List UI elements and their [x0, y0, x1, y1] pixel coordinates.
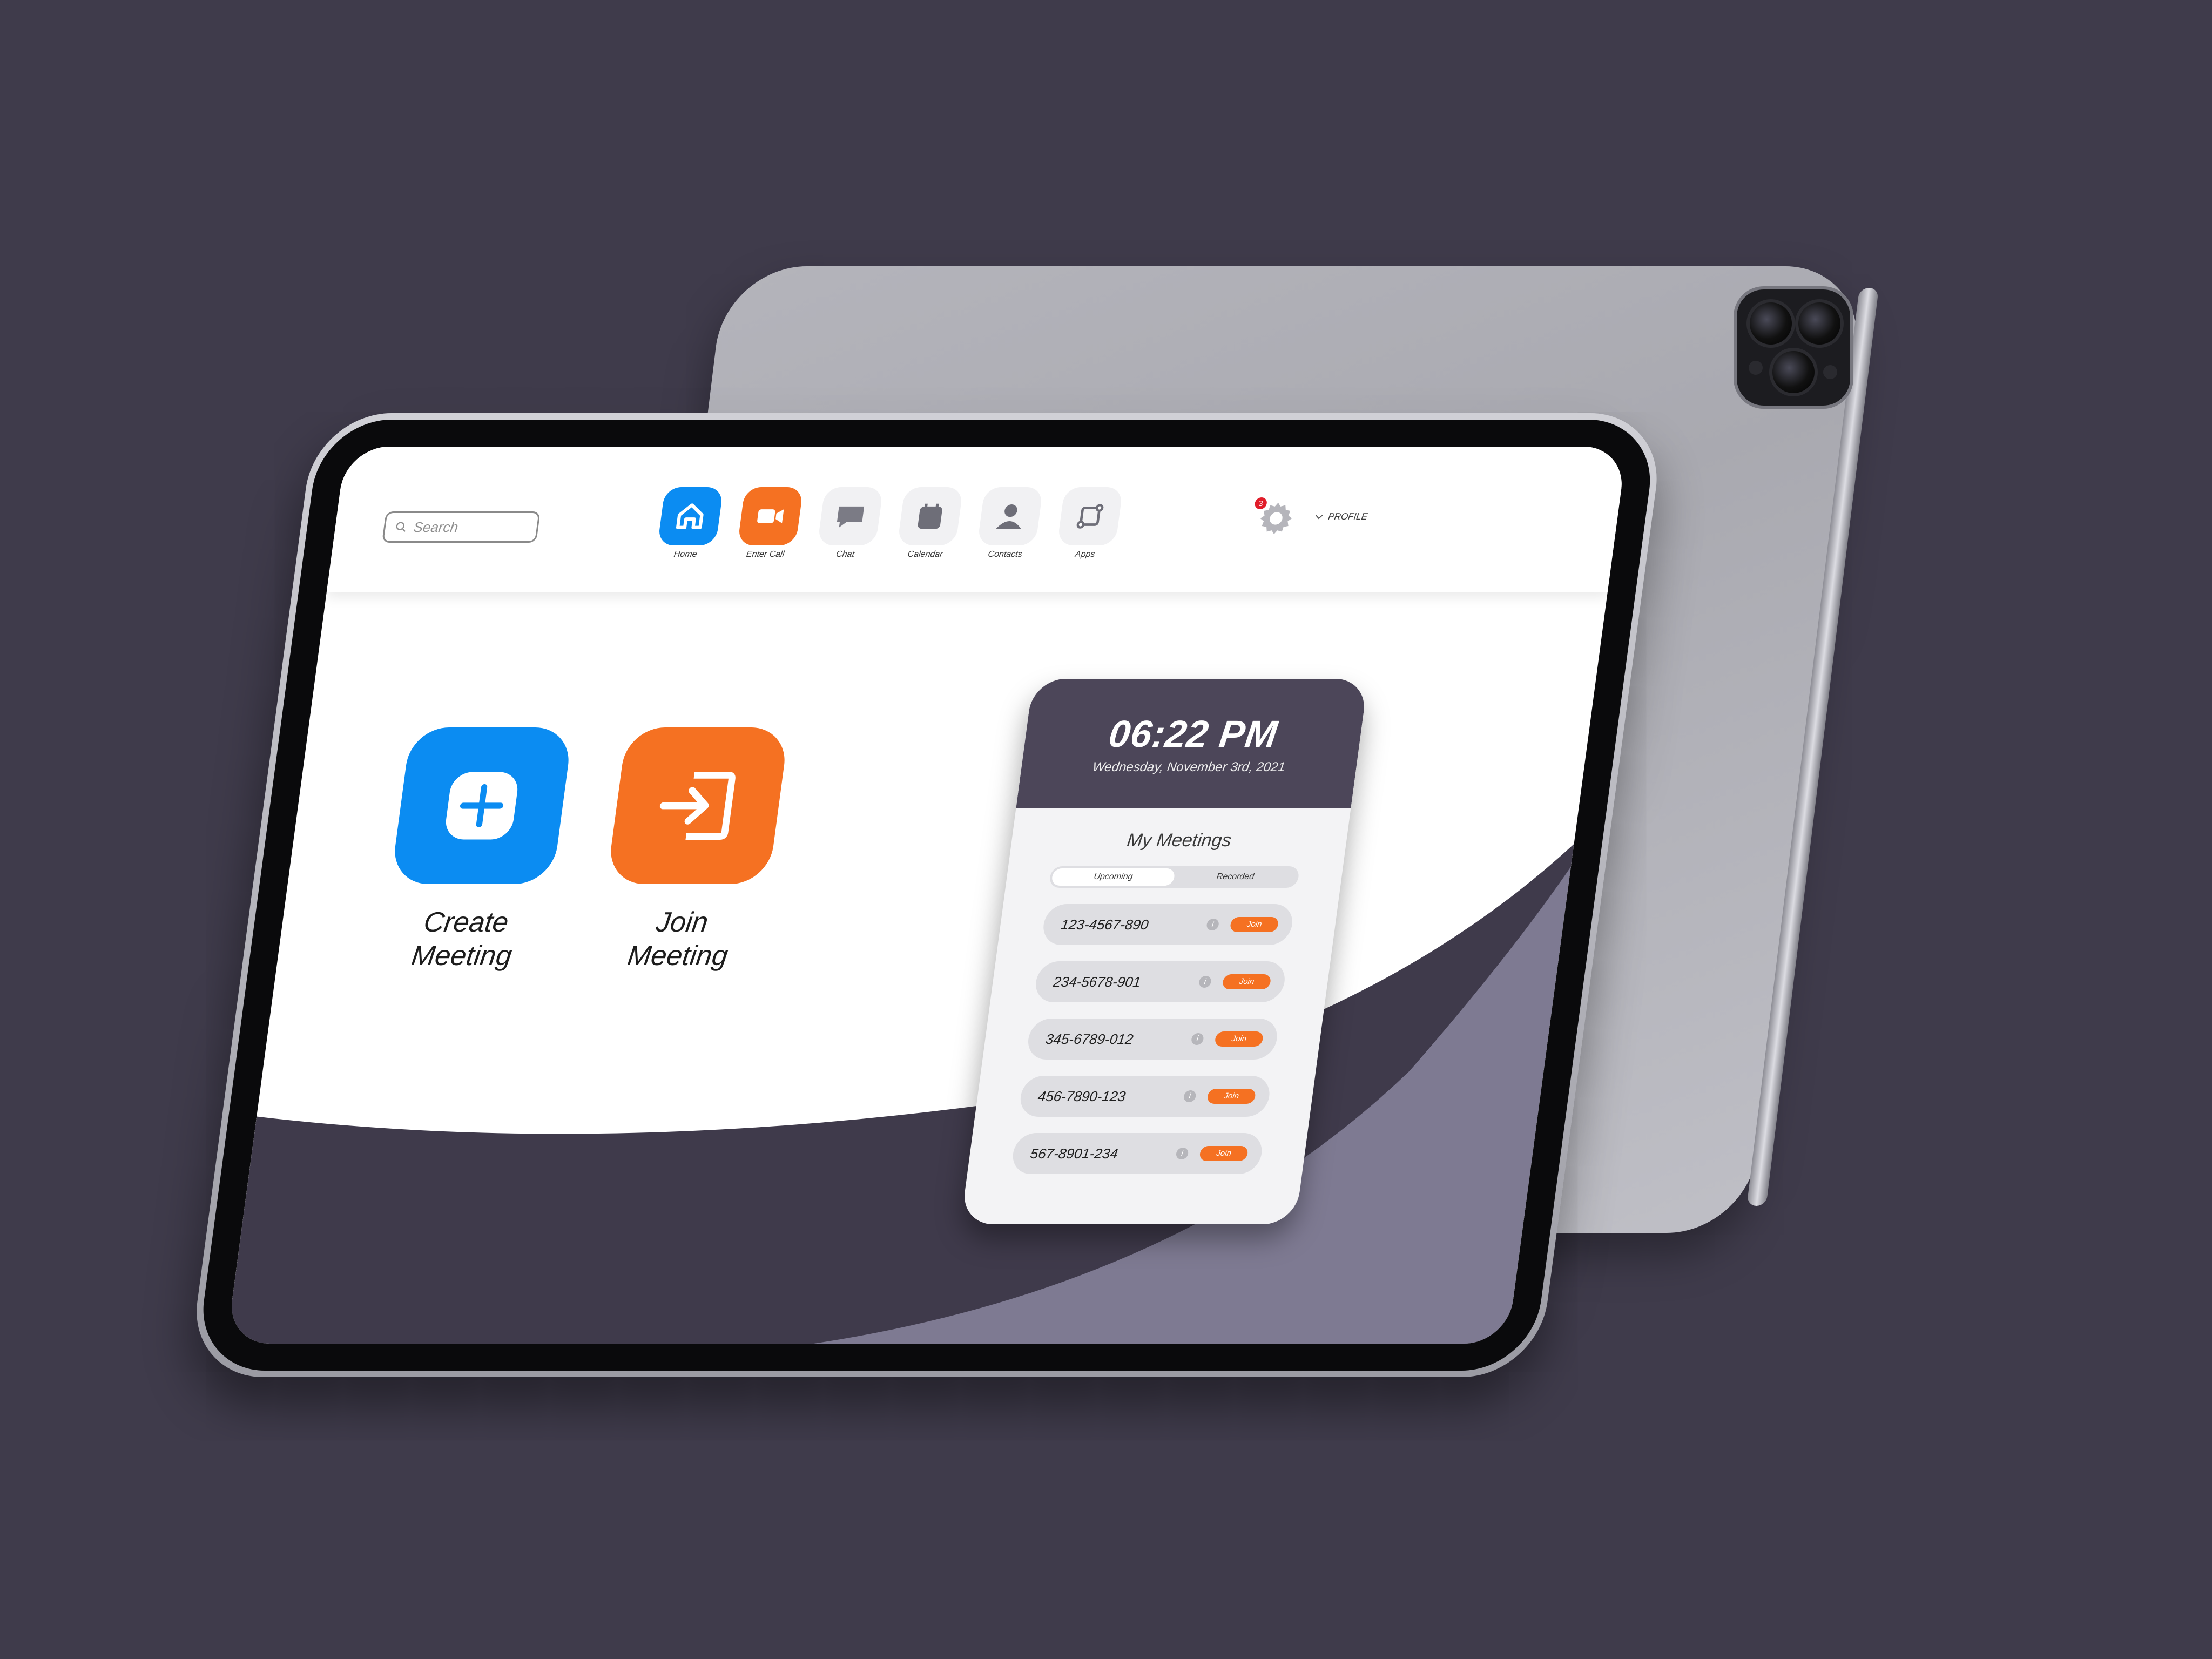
- join-button[interactable]: Join: [1206, 1089, 1257, 1104]
- meeting-row: 234-5678-901 i Join: [1033, 961, 1287, 1002]
- nav-calendar[interactable]: Calendar: [895, 487, 964, 559]
- join-button[interactable]: Join: [1222, 974, 1272, 989]
- contacts-icon: [977, 487, 1043, 545]
- info-icon[interactable]: i: [1183, 1090, 1197, 1102]
- meeting-id: 234-5678-901: [1052, 973, 1142, 990]
- nav-contacts[interactable]: Contacts: [975, 487, 1044, 559]
- tablet-front: Search Home Enter Call Chat Calendar Con…: [187, 413, 1667, 1377]
- meeting-id: 456-7890-123: [1037, 1088, 1127, 1104]
- clock-header: 06:22 PM Wednesday, November 3rd, 2021: [1016, 679, 1368, 808]
- meeting-row: 345-6789-012 i Join: [1026, 1019, 1280, 1060]
- tablet-back-edge: [1746, 288, 1879, 1206]
- nav-label: Contacts: [987, 550, 1023, 559]
- search-input[interactable]: Search: [381, 511, 541, 543]
- nav-label: Chat: [835, 550, 855, 559]
- video-camera-icon: [737, 487, 804, 545]
- plus-icon: [446, 772, 518, 840]
- nav-label: Apps: [1074, 550, 1096, 559]
- nav-label: Enter Call: [745, 550, 785, 559]
- app-screen: Search Home Enter Call Chat Calendar Con…: [226, 447, 1627, 1344]
- enter-door-icon: [659, 771, 736, 840]
- device-scene: Search Home Enter Call Chat Calendar Con…: [0, 0, 2212, 1659]
- create-meeting-button[interactable]: [390, 727, 574, 884]
- join-meeting-button[interactable]: [606, 727, 790, 884]
- tab-upcoming[interactable]: Upcoming: [1051, 868, 1176, 886]
- info-icon[interactable]: i: [1175, 1148, 1189, 1159]
- meeting-id: 567-8901-234: [1029, 1145, 1120, 1162]
- nav-home[interactable]: Home: [655, 487, 724, 559]
- flash: [1749, 361, 1763, 375]
- top-navigation-bar: Search Home Enter Call Chat Calendar Con…: [326, 447, 1627, 592]
- camera-lens: [1746, 299, 1795, 348]
- join-button[interactable]: Join: [1229, 917, 1279, 932]
- nav-enter-call[interactable]: Enter Call: [735, 487, 804, 559]
- camera-lens: [1795, 299, 1844, 348]
- tab-recorded[interactable]: Recorded: [1173, 868, 1297, 886]
- camera-module: [1734, 286, 1853, 409]
- info-icon[interactable]: i: [1190, 1033, 1204, 1045]
- chevron-down-icon: [1316, 515, 1323, 520]
- meeting-id: 345-6789-012: [1044, 1030, 1135, 1047]
- meeting-id: 123-4567-890: [1060, 916, 1150, 933]
- nav-apps[interactable]: Apps: [1055, 487, 1124, 559]
- profile-label: PROFILE: [1327, 511, 1368, 522]
- search-placeholder: Search: [412, 518, 460, 535]
- join-meeting-label: Join Meeting: [625, 907, 730, 972]
- nav-chat[interactable]: Chat: [815, 487, 884, 559]
- info-icon[interactable]: i: [1198, 976, 1212, 988]
- nav-label: Home: [673, 550, 698, 559]
- meeting-row: 567-8901-234 i Join: [1010, 1133, 1265, 1174]
- info-icon[interactable]: i: [1206, 919, 1220, 930]
- meetings-title: My Meetings: [1125, 830, 1233, 851]
- search-icon: [396, 522, 406, 532]
- profile-menu[interactable]: PROFILE: [1313, 511, 1368, 522]
- camera-lens: [1769, 348, 1818, 396]
- chat-bubble-icon: [817, 487, 884, 545]
- join-button[interactable]: Join: [1214, 1031, 1264, 1047]
- lidar-sensor: [1823, 365, 1837, 379]
- current-date: Wednesday, November 3rd, 2021: [1091, 760, 1286, 774]
- meetings-tabs: Upcoming Recorded: [1048, 866, 1300, 888]
- settings-button[interactable]: 3: [1254, 497, 1297, 537]
- meeting-row: 123-4567-890 i Join: [1041, 904, 1295, 945]
- nav-label: Calendar: [907, 550, 943, 559]
- current-time: 06:22 PM: [1106, 713, 1280, 755]
- create-meeting-label: Create Meeting: [409, 907, 514, 972]
- calendar-icon: [897, 487, 963, 545]
- apps-icon: [1057, 487, 1123, 545]
- main-nav: Home Enter Call Chat Calendar Contacts A…: [655, 487, 1124, 559]
- join-button[interactable]: Join: [1199, 1146, 1249, 1161]
- tablet-bezel: Search Home Enter Call Chat Calendar Con…: [194, 420, 1659, 1371]
- home-icon: [657, 487, 724, 545]
- meeting-row: 456-7890-123 i Join: [1018, 1076, 1272, 1117]
